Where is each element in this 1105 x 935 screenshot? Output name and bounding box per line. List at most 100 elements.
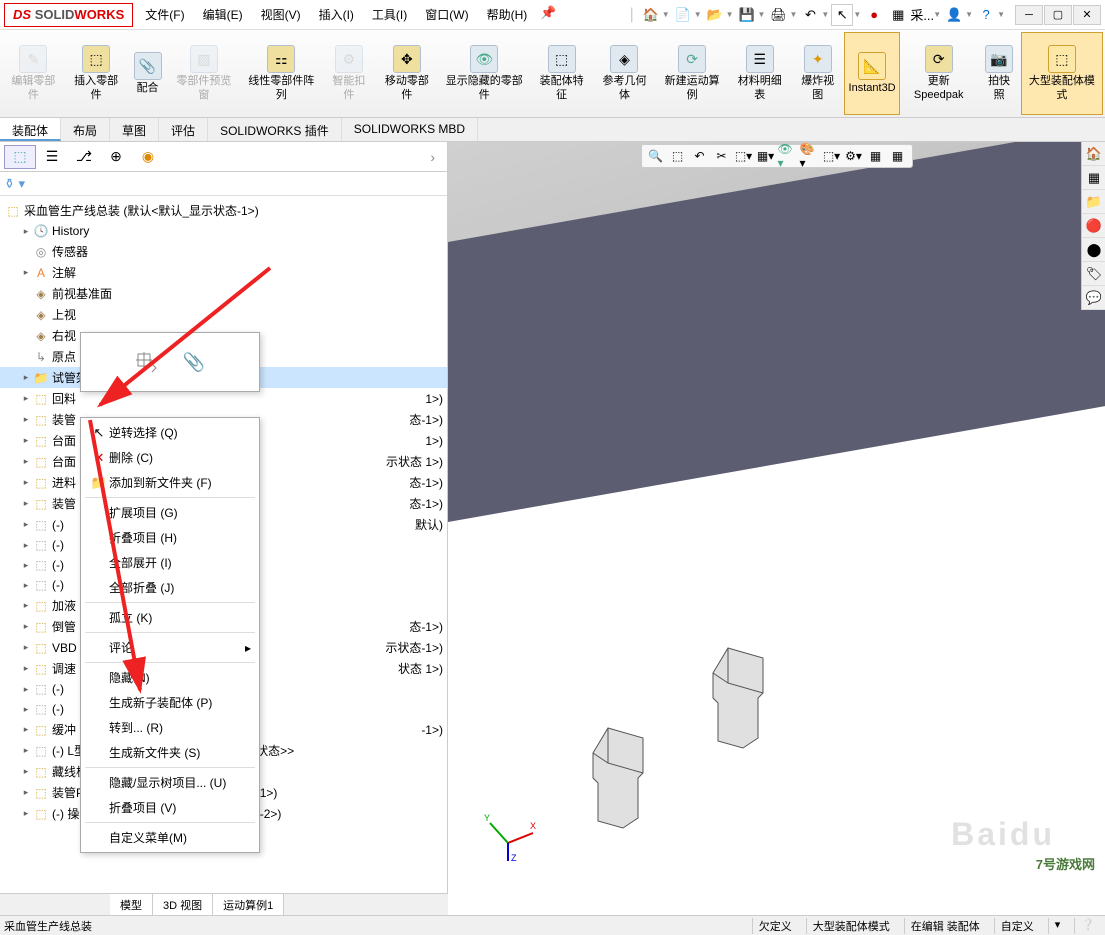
collapse-sidebar-icon[interactable]: › — [422, 149, 443, 165]
cm-customize[interactable]: 自定义菜单(M) — [81, 825, 259, 850]
orientation-triad[interactable]: X Y Z — [478, 803, 538, 863]
print-icon[interactable]: 🖨 — [767, 4, 789, 26]
cm-invert-selection[interactable]: ↖逆转选择 (Q) — [81, 420, 259, 445]
ribbon-show-hidden[interactable]: 👁显示隐藏的零部件 — [438, 32, 530, 115]
ribbon-move-part[interactable]: ✥移动零部件 — [375, 32, 438, 115]
tree-front-plane[interactable]: ◈前视基准面 — [0, 283, 447, 304]
property-tab-icon[interactable]: ☰ — [36, 145, 68, 169]
ribbon-mate[interactable]: 📎配合 — [128, 32, 168, 115]
cm-delete[interactable]: ✕删除 (C) — [81, 445, 259, 470]
status-custom[interactable]: 自定义 — [994, 918, 1040, 934]
ribbon-edit-part[interactable]: ✎编辑零部件 — [2, 32, 65, 115]
3d-viewport[interactable]: 🔍 ⬚ ↶ ✂ ⬚▾ ▦▾ 👁▾ 🎨▾ ⬚▾ ⚙▾ ▦ ▦ 🏠 ▦ 📁 🔴 ⬤ … — [448, 142, 1105, 893]
ribbon-bom[interactable]: ☰材料明细表 — [728, 32, 791, 115]
config-tab-icon[interactable]: ⎇ — [68, 145, 100, 169]
tab-assembly[interactable]: 装配体 — [0, 118, 61, 141]
save-icon[interactable]: 💾 — [736, 4, 758, 26]
status-help-icon[interactable]: ❔ — [1074, 918, 1101, 934]
tab-motion[interactable]: 运动算例1 — [213, 894, 284, 915]
tab-3dview[interactable]: 3D 视图 — [153, 894, 213, 915]
cm-comment[interactable]: 评论▸ — [81, 635, 259, 660]
ribbon-exploded[interactable]: ✦爆炸视图 — [791, 32, 844, 115]
tab-sw-mbd[interactable]: SOLIDWORKS MBD — [342, 118, 478, 141]
cm-hide[interactable]: 隐藏(N) — [81, 665, 259, 690]
menu-view[interactable]: 视图(V) — [253, 2, 309, 27]
hide-show-icon[interactable]: 👁▾ — [778, 146, 798, 166]
ribbon-new-motion[interactable]: ⟳新建运动算例 — [656, 32, 729, 115]
cm-expand-all[interactable]: 全部展开 (I) — [81, 550, 259, 575]
cm-collapse-all[interactable]: 全部折叠 (J) — [81, 575, 259, 600]
view-orient-icon[interactable]: ⬚▾ — [734, 146, 754, 166]
ribbon-instant3d[interactable]: 📐Instant3D — [844, 32, 900, 115]
appearance-panel-icon[interactable]: 🔴 — [1082, 214, 1105, 238]
display-tab-icon[interactable]: ◉ — [132, 145, 164, 169]
cm-new-folder[interactable]: 生成新文件夹 (S) — [81, 740, 259, 765]
tab-sketch[interactable]: 草图 — [110, 118, 159, 141]
new-icon[interactable]: 📄 — [672, 4, 694, 26]
menu-insert[interactable]: 插入(I) — [311, 2, 362, 27]
tab-sw-plugin[interactable]: SOLIDWORKS 插件 — [208, 118, 342, 141]
open-icon[interactable]: 📂 — [704, 4, 726, 26]
tab-model[interactable]: 模型 — [110, 894, 153, 915]
render-icon[interactable]: ▦ — [888, 146, 908, 166]
tab-evaluate[interactable]: 评估 — [159, 118, 208, 141]
appearance-icon[interactable]: 🎨▾ — [800, 146, 820, 166]
section-icon[interactable]: ✂ — [712, 146, 732, 166]
minimize-button[interactable]: ─ — [1015, 5, 1043, 25]
cm-hide-show-tree[interactable]: 隐藏/显示树项目... (U) — [81, 770, 259, 795]
menu-help[interactable]: 帮助(H) — [479, 2, 536, 27]
filter-icon[interactable]: ⚱ ▾ — [4, 176, 25, 192]
options-icon[interactable]: ▦ — [887, 4, 909, 26]
ribbon-snapshot[interactable]: 📷拍快照 — [977, 32, 1020, 115]
feature-tree-tab-icon[interactable]: ⬚ — [4, 145, 36, 169]
camera-panel-icon[interactable]: ⬤ — [1082, 238, 1105, 262]
tree-history[interactable]: ▸🕓History — [0, 221, 447, 241]
zoom-area-icon[interactable]: ⬚ — [668, 146, 688, 166]
close-button[interactable]: ✕ — [1073, 5, 1101, 25]
tree-top-plane[interactable]: ◈上视 — [0, 304, 447, 325]
decal-panel-icon[interactable]: 🏷 — [1082, 262, 1105, 286]
tab-layout[interactable]: 布局 — [61, 118, 110, 141]
cm-add-to-folder[interactable]: 📁添加到新文件夹 (F) — [81, 470, 259, 495]
dimxpert-tab-icon[interactable]: ⊕ — [100, 145, 132, 169]
user-icon[interactable]: 👤 — [943, 4, 965, 26]
home-icon[interactable]: 🏠 — [640, 4, 662, 26]
folder-panel-icon[interactable]: 📁 — [1082, 190, 1105, 214]
search-text[interactable]: 采... — [911, 4, 933, 26]
cm-collapse-item[interactable]: 折叠项目 (V) — [81, 795, 259, 820]
ribbon-speedpak[interactable]: ⟳更新Speedpak — [900, 32, 977, 115]
scene-icon[interactable]: ⬚▾ — [822, 146, 842, 166]
tree-annotation[interactable]: ▸A注解 — [0, 262, 447, 283]
cm-goto[interactable]: 转到... (R) — [81, 715, 259, 740]
ribbon-smart-fastener[interactable]: ⚙智能扣件 — [322, 32, 375, 115]
ribbon-preview[interactable]: ▧零部件预览窗 — [168, 32, 241, 115]
view-settings-icon[interactable]: ⚙▾ — [844, 146, 864, 166]
select-icon[interactable]: ↖ — [831, 4, 853, 26]
help-icon[interactable]: ? — [975, 4, 997, 26]
context-clip-icon[interactable]: 📎 — [180, 348, 208, 376]
context-move-icon[interactable] — [132, 348, 160, 376]
layers-panel-icon[interactable]: ▦ — [1082, 166, 1105, 190]
home-panel-icon[interactable]: 🏠 — [1082, 142, 1105, 166]
cartoon-icon[interactable]: ▦ — [866, 146, 886, 166]
cm-collapse[interactable]: 折叠项目 (H) — [81, 525, 259, 550]
forum-panel-icon[interactable]: 💬 — [1082, 286, 1105, 310]
ribbon-large-assembly[interactable]: ⬚大型装配体模式 — [1021, 32, 1103, 115]
tree-root[interactable]: ⬚采血管生产线总装 (默认<默认_显示状态-1>) — [0, 200, 447, 221]
cm-expand[interactable]: 扩展项目 (G) — [81, 500, 259, 525]
rebuild-icon[interactable]: ● — [863, 4, 885, 26]
maximize-button[interactable]: ▢ — [1044, 5, 1072, 25]
ribbon-insert-part[interactable]: ⬚插入零部件 — [65, 32, 128, 115]
pin-icon[interactable]: 📌 — [537, 2, 559, 24]
menu-tools[interactable]: 工具(I) — [364, 2, 415, 27]
ribbon-ref-geometry[interactable]: ◈参考几何体 — [593, 32, 656, 115]
ribbon-linear-pattern[interactable]: ⚏线性零部件阵列 — [240, 32, 322, 115]
zoom-fit-icon[interactable]: 🔍 — [646, 146, 666, 166]
cm-new-subassembly[interactable]: 生成新子装配体 (P) — [81, 690, 259, 715]
display-style-icon[interactable]: ▦▾ — [756, 146, 776, 166]
menu-file[interactable]: 文件(F) — [137, 2, 192, 27]
menu-window[interactable]: 窗口(W) — [417, 2, 476, 27]
undo-icon[interactable]: ↶ — [799, 4, 821, 26]
cm-isolate[interactable]: 孤立 (K) — [81, 605, 259, 630]
ribbon-assembly-feature[interactable]: ⬚装配体特征 — [530, 32, 593, 115]
